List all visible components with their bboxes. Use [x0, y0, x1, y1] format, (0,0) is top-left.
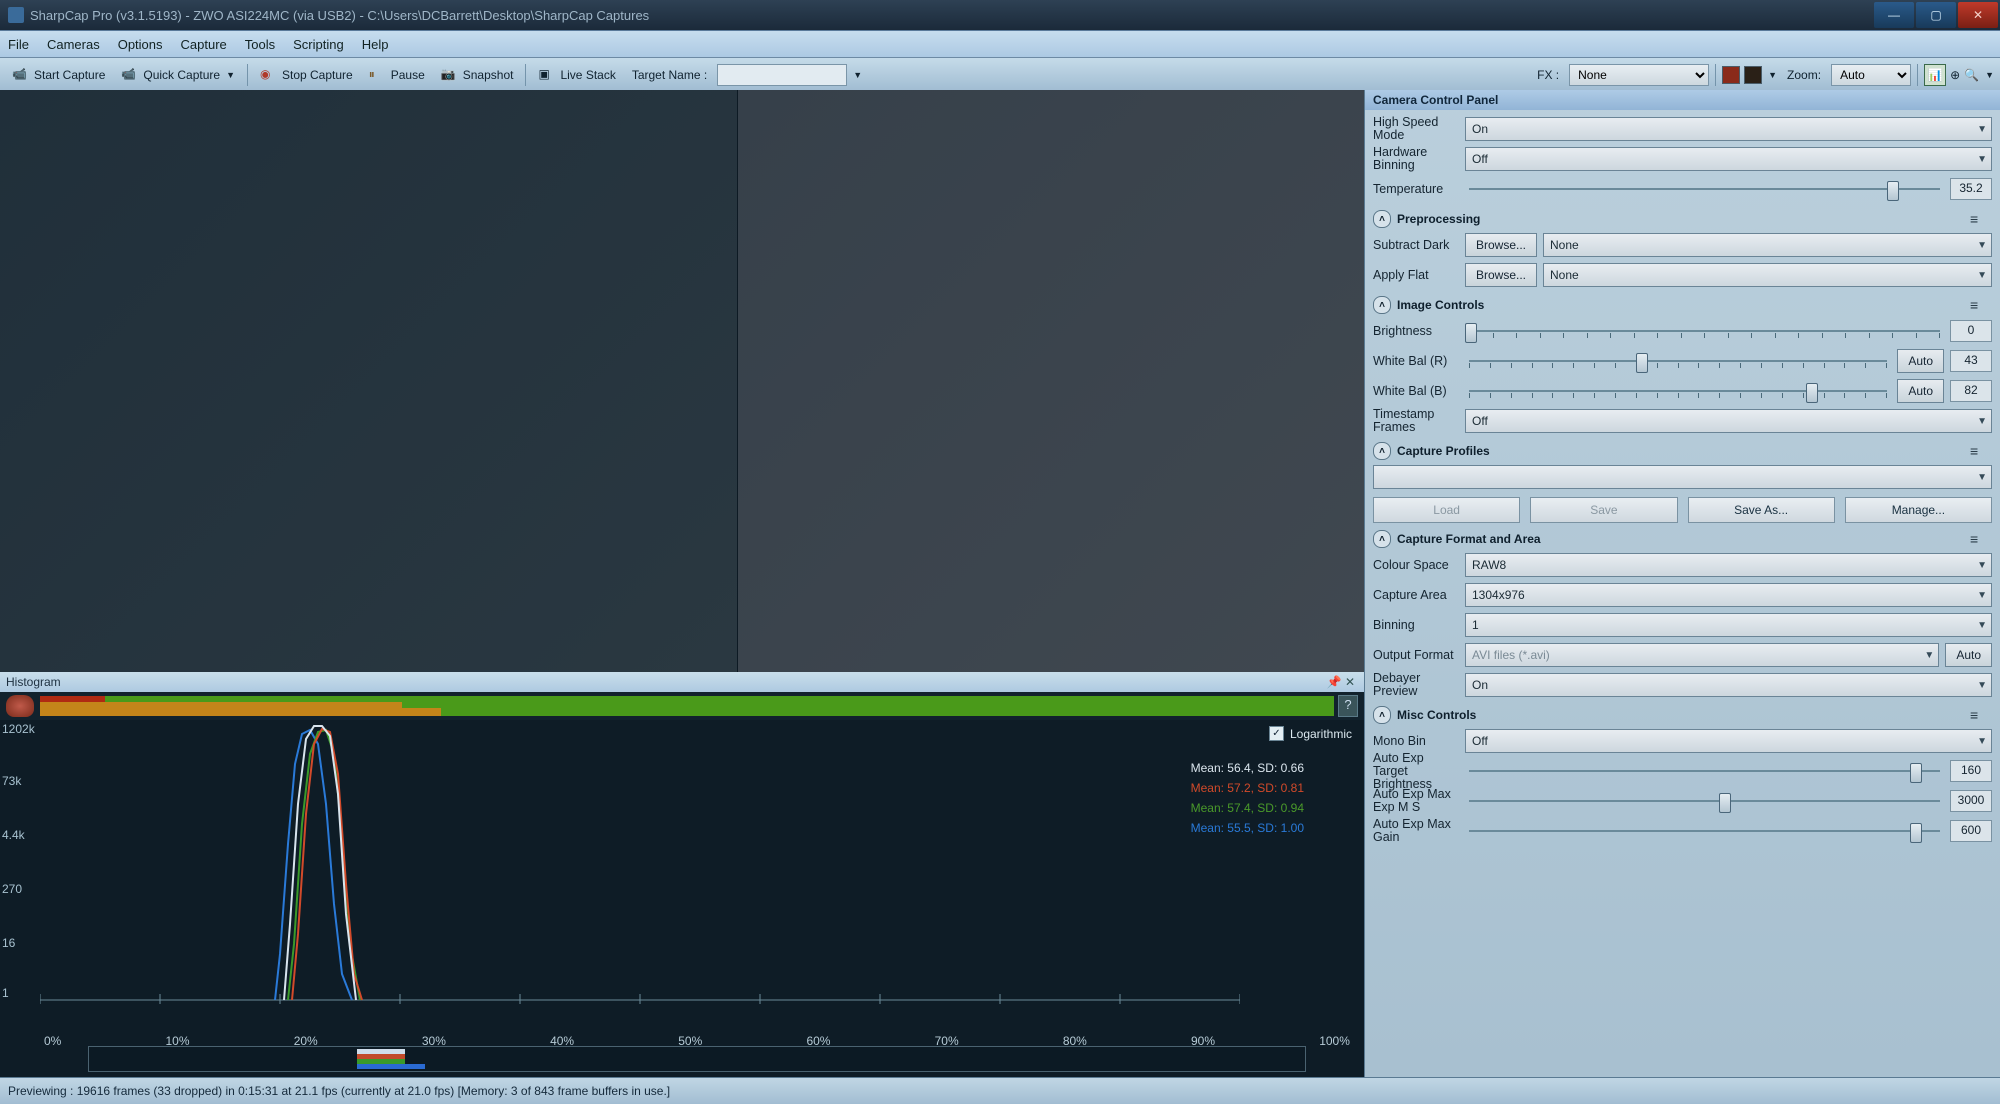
collapse-icon[interactable]: ˄ [1373, 530, 1391, 548]
subtract-dark-browse-button[interactable]: Browse... [1465, 233, 1537, 257]
menu-scripting[interactable]: Scripting [293, 37, 344, 52]
menu-cameras[interactable]: Cameras [47, 37, 100, 52]
live-stack-button[interactable]: ▣Live Stack [532, 65, 621, 85]
histogram-panel: Histogram 📌 ✕ ? 1202k 73k 4.4k 270 16 1 [0, 672, 1364, 1078]
pin-icon[interactable]: 📌 [1326, 675, 1342, 689]
status-bar: Previewing : 19616 frames (33 dropped) i… [0, 1077, 2000, 1104]
apply-flat-select[interactable]: None▼ [1543, 263, 1992, 287]
brightness-value: 0 [1950, 320, 1992, 342]
menu-help[interactable]: Help [362, 37, 389, 52]
stop-icon: ◉ [260, 67, 278, 83]
reticle-tool-icon[interactable]: ⊕ [1950, 68, 1960, 82]
menu-bar: File Cameras Options Capture Tools Scrip… [0, 30, 2000, 57]
help-icon[interactable]: ? [1338, 695, 1358, 717]
minimize-button[interactable]: — [1874, 2, 1914, 28]
debayer-preview-select[interactable]: On▼ [1465, 673, 1992, 697]
histogram-tool-icon[interactable]: 📊 [1924, 64, 1946, 86]
white-bal-b-value: 82 [1950, 380, 1992, 402]
section-menu-icon[interactable]: ≡ [1970, 297, 1992, 313]
hardware-binning-select[interactable]: Off▼ [1465, 147, 1992, 171]
menu-file[interactable]: File [8, 37, 29, 52]
temperature-slider[interactable] [1465, 178, 1944, 200]
dark-swatch-icon[interactable] [1744, 66, 1762, 84]
profile-load-button[interactable]: Load [1373, 497, 1520, 523]
histogram-plot: 1202k 73k 4.4k 270 16 1 ✓ Logarithmic Me… [0, 720, 1364, 1078]
mono-bin-select[interactable]: Off▼ [1465, 729, 1992, 753]
auto-stretch-icon[interactable] [6, 695, 34, 717]
output-format-auto-button[interactable]: Auto [1945, 643, 1992, 667]
preview-area[interactable] [0, 90, 1364, 672]
section-menu-icon[interactable]: ≡ [1970, 707, 1992, 723]
camera-icon: 📹 [121, 67, 139, 83]
auto-exp-target-slider[interactable] [1465, 760, 1944, 782]
pause-icon: ⏸ [369, 67, 387, 83]
histogram-title: Histogram [6, 675, 61, 689]
white-bal-r-auto-button[interactable]: Auto [1897, 349, 1944, 373]
snapshot-icon: 📷 [441, 67, 459, 83]
fx-label: FX : [1531, 66, 1565, 84]
capture-profile-select[interactable]: ▼ [1373, 465, 1992, 489]
target-dropdown[interactable]: ▼ [853, 70, 862, 80]
temperature-value: 35.2 [1950, 178, 1992, 200]
toolbar: 📹Start Capture 📹Quick Capture▼ ◉Stop Cap… [0, 57, 2000, 93]
auto-exp-max-ms-slider[interactable] [1465, 790, 1944, 812]
timestamp-frames-select[interactable]: Off▼ [1465, 409, 1992, 433]
maximize-button[interactable]: ▢ [1916, 2, 1956, 28]
profile-manage-button[interactable]: Manage... [1845, 497, 1992, 523]
high-speed-mode-select[interactable]: On▼ [1465, 117, 1992, 141]
histogram-chart [40, 724, 1240, 1004]
capture-area-select[interactable]: 1304x976▼ [1465, 583, 1992, 607]
white-bal-b-slider[interactable] [1465, 380, 1891, 402]
search-tool-icon[interactable]: 🔍 [1964, 68, 1979, 82]
section-menu-icon[interactable]: ≡ [1970, 211, 1992, 227]
logarithmic-label: Logarithmic [1290, 727, 1352, 741]
close-panel-icon[interactable]: ✕ [1342, 675, 1358, 689]
colour-space-select[interactable]: RAW8▼ [1465, 553, 1992, 577]
target-name-label: Target Name : [626, 66, 713, 84]
menu-options[interactable]: Options [118, 37, 163, 52]
window-title: SharpCap Pro (v3.1.5193) - ZWO ASI224MC … [30, 8, 1874, 23]
zoom-label: Zoom: [1781, 66, 1827, 84]
target-name-input[interactable] [717, 64, 847, 86]
subtract-dark-select[interactable]: None▼ [1543, 233, 1992, 257]
binning-select[interactable]: 1▼ [1465, 613, 1992, 637]
stretch-strip[interactable] [40, 696, 1334, 716]
fx-select[interactable]: None [1569, 64, 1709, 86]
auto-exp-max-gain-slider[interactable] [1465, 820, 1944, 842]
start-capture-button[interactable]: 📹Start Capture [6, 65, 111, 85]
output-format-select[interactable]: AVI files (*.avi)▼ [1465, 643, 1939, 667]
red-swatch-icon[interactable] [1722, 66, 1740, 84]
panel-title: Camera Control Panel [1365, 90, 2000, 110]
brightness-slider[interactable] [1465, 320, 1944, 342]
stop-capture-button[interactable]: ◉Stop Capture [254, 65, 359, 85]
white-bal-r-slider[interactable] [1465, 350, 1891, 372]
white-bal-b-auto-button[interactable]: Auto [1897, 379, 1944, 403]
histogram-minimap[interactable] [88, 1046, 1306, 1072]
zoom-select[interactable]: Auto [1831, 64, 1911, 86]
collapse-icon[interactable]: ˄ [1373, 296, 1391, 314]
collapse-icon[interactable]: ˄ [1373, 210, 1391, 228]
apply-flat-browse-button[interactable]: Browse... [1465, 263, 1537, 287]
collapse-icon[interactable]: ˄ [1373, 706, 1391, 724]
status-text: Previewing : 19616 frames (33 dropped) i… [8, 1084, 670, 1098]
profile-save-button[interactable]: Save [1530, 497, 1677, 523]
camera-control-panel: Camera Control Panel High Speed Mode On▼… [1364, 90, 2000, 1078]
collapse-icon[interactable]: ˄ [1373, 442, 1391, 460]
window-titlebar: SharpCap Pro (v3.1.5193) - ZWO ASI224MC … [0, 0, 2000, 30]
stack-icon: ▣ [538, 67, 556, 83]
quick-capture-button[interactable]: 📹Quick Capture▼ [115, 65, 241, 85]
close-button[interactable]: ✕ [1958, 2, 1998, 28]
white-bal-r-value: 43 [1950, 350, 1992, 372]
menu-capture[interactable]: Capture [181, 37, 227, 52]
profile-save-as-button[interactable]: Save As... [1688, 497, 1835, 523]
logarithmic-checkbox[interactable]: ✓ [1269, 726, 1284, 741]
snapshot-button[interactable]: 📷Snapshot [435, 65, 520, 85]
section-menu-icon[interactable]: ≡ [1970, 531, 1992, 547]
section-menu-icon[interactable]: ≡ [1970, 443, 1992, 459]
record-icon: 📹 [12, 67, 30, 83]
app-icon [8, 7, 24, 23]
menu-tools[interactable]: Tools [245, 37, 275, 52]
pause-button[interactable]: ⏸Pause [363, 65, 431, 85]
